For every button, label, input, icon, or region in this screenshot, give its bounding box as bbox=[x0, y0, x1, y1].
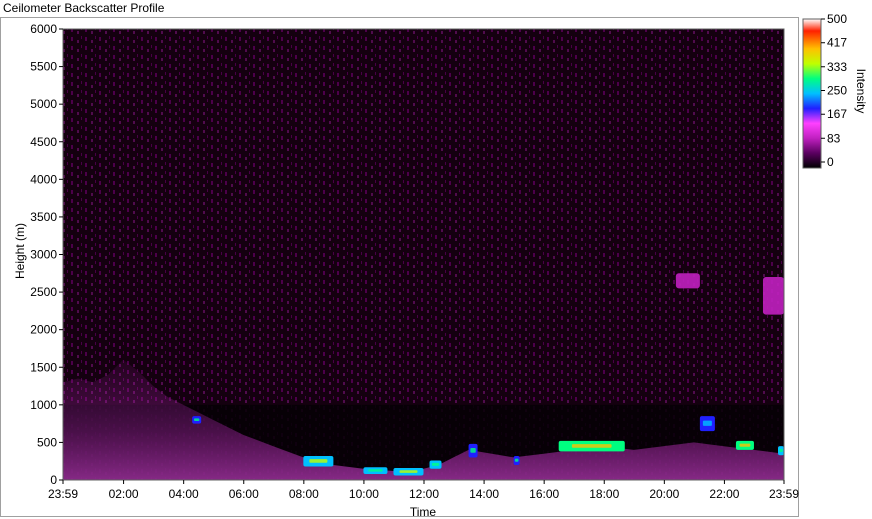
y-axis-label: Height (m) bbox=[13, 223, 27, 280]
y-tick-label: 3500 bbox=[30, 210, 57, 224]
y-tick-label: 2500 bbox=[30, 285, 57, 299]
y-tick-label: 6000 bbox=[30, 22, 57, 36]
colorbar-tick-label: 500 bbox=[827, 12, 847, 26]
y-tick-label: 5500 bbox=[30, 60, 57, 74]
cloud-core-9 bbox=[739, 443, 751, 447]
y-tick-label: 4000 bbox=[30, 172, 57, 186]
x-tick-label: 06:00 bbox=[229, 487, 259, 501]
y-tick-label: 4500 bbox=[30, 135, 57, 149]
x-tick-label: 18:00 bbox=[589, 487, 619, 501]
cloud-core-3 bbox=[399, 470, 418, 473]
x-tick-label: 04:00 bbox=[169, 487, 199, 501]
colorbar-tick-label: 333 bbox=[827, 60, 847, 74]
colorbar-tick-label: 417 bbox=[827, 36, 847, 50]
cloud-core-4 bbox=[431, 462, 440, 466]
colorbar-label: Intensity bbox=[854, 68, 868, 114]
cloud-core-5 bbox=[470, 447, 476, 453]
y-tick-label: 5000 bbox=[30, 97, 57, 111]
colorbar-tick-label: 83 bbox=[827, 131, 841, 145]
y-tick-label: 3000 bbox=[30, 248, 57, 262]
y-tick-label: 1500 bbox=[30, 360, 57, 374]
cloud-core-0 bbox=[193, 418, 200, 421]
cloud-core-8 bbox=[702, 420, 712, 426]
y-tick-label: 1000 bbox=[30, 398, 57, 412]
backscatter-chart: 0500100015002000250030003500400045005000… bbox=[30, 12, 847, 501]
x-tick-label: 16:00 bbox=[529, 487, 559, 501]
colorbar-tick-label: 250 bbox=[827, 84, 847, 98]
x-axis-label: Time bbox=[409, 505, 437, 519]
x-tick-label: 02:00 bbox=[109, 487, 139, 501]
x-tick-label: 20:00 bbox=[649, 487, 679, 501]
x-tick-label: 22:00 bbox=[709, 487, 739, 501]
colorbar-scale bbox=[802, 18, 822, 169]
y-tick-label: 2000 bbox=[30, 323, 57, 337]
elevated-layer-1 bbox=[762, 277, 784, 315]
cloud-core-1 bbox=[309, 459, 328, 463]
cloud-core-10 bbox=[779, 448, 783, 453]
cloud-core-7 bbox=[571, 444, 612, 448]
x-tick-label: 12:00 bbox=[409, 487, 439, 501]
colorbar-tick-label: 167 bbox=[827, 107, 847, 121]
colorbar-tick-label: 0 bbox=[827, 155, 834, 169]
x-tick-label: 14:00 bbox=[469, 487, 499, 501]
x-tick-label: 23:59 bbox=[769, 487, 799, 501]
x-tick-label: 23:59 bbox=[48, 487, 78, 501]
elevated-layer-0 bbox=[675, 273, 700, 289]
y-tick-label: 0 bbox=[50, 473, 57, 487]
cloud-core-2 bbox=[368, 469, 383, 472]
x-tick-label: 10:00 bbox=[349, 487, 379, 501]
x-tick-label: 08:00 bbox=[289, 487, 319, 501]
cloud-core-6 bbox=[514, 458, 519, 462]
y-tick-label: 500 bbox=[37, 435, 57, 449]
